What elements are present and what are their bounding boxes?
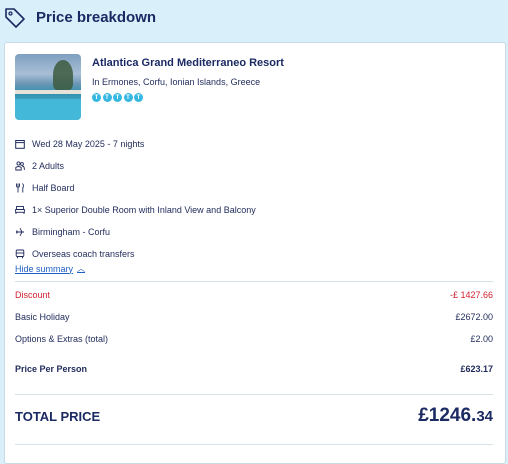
divider (15, 394, 493, 395)
hotel-summary: Atlantica Grand Mediterraneo Resort In E… (15, 54, 284, 120)
detail-room: 1× Superior Double Room with Inland View… (15, 199, 256, 221)
detail-text: Half Board (32, 183, 75, 193)
calendar-icon (15, 139, 25, 149)
cutlery-icon (15, 183, 25, 193)
rating-icon: T (113, 93, 122, 102)
discount-row: Discount -£ 1427.66 (15, 290, 493, 300)
basic-holiday-row: Basic Holiday £2672.00 (15, 312, 493, 322)
detail-flight: Birmingham - Corfu (15, 221, 256, 243)
hide-summary-link[interactable]: Hide summary ︿ (15, 263, 85, 274)
bed-icon (15, 205, 25, 215)
tag-icon (4, 6, 26, 28)
basic-holiday-label: Basic Holiday (15, 312, 70, 322)
hotel-rating: T T T T T (92, 93, 284, 102)
detail-guests: 2 Adults (15, 155, 256, 177)
detail-transfer: Overseas coach transfers (15, 243, 256, 265)
detail-date: Wed 28 May 2025 - 7 nights (15, 133, 256, 155)
page-title: Price breakdown (36, 8, 157, 26)
rating-icon: T (134, 93, 143, 102)
total-pence: 34 (476, 408, 493, 425)
extras-row: Options & Extras (total) £2.00 (15, 334, 493, 344)
hotel-image (15, 54, 81, 120)
extras-label: Options & Extras (total) (15, 334, 109, 344)
hotel-name: Atlantica Grand Mediterraneo Resort (92, 57, 284, 69)
price-per-person-label: Price Per Person (15, 364, 88, 374)
detail-board: Half Board (15, 177, 256, 199)
detail-text: Birmingham - Corfu (32, 227, 111, 237)
detail-text: Wed 28 May 2025 - 7 nights (32, 139, 145, 149)
rating-icon: T (123, 93, 133, 102)
total-price-row: TOTAL PRICE £1246.34 (15, 405, 493, 427)
booking-details: Wed 28 May 2025 - 7 nights 2 Adults Half… (15, 133, 256, 265)
hide-summary-label[interactable]: Hide summary (15, 264, 73, 274)
total-price-value: £1246.34 (418, 405, 493, 427)
rating-icon: T (102, 93, 112, 102)
extras-value: £2.00 (470, 334, 493, 344)
basic-holiday-value: £2672.00 (455, 312, 493, 322)
price-card: Atlantica Grand Mediterraneo Resort In E… (4, 42, 506, 464)
detail-text: Overseas coach transfers (32, 249, 135, 259)
coach-icon (15, 249, 25, 259)
price-per-person-row: Price Per Person £623.17 (15, 364, 493, 374)
hotel-location: In Ermones, Corfu, Ionian Islands, Greec… (92, 77, 261, 87)
discount-value: -£ 1427.66 (449, 290, 493, 300)
price-per-person-value: £623.17 (460, 364, 493, 374)
detail-text: 2 Adults (32, 161, 65, 171)
plane-icon (15, 227, 25, 237)
total-pounds: £1246. (418, 405, 477, 426)
divider (15, 281, 493, 282)
rating-icon: T (92, 93, 101, 102)
discount-label: Discount (15, 290, 51, 300)
people-icon (15, 161, 25, 171)
price-breakdown-header: Price breakdown (0, 0, 508, 34)
chevron-up-icon[interactable]: ︿ (77, 263, 85, 274)
divider (15, 444, 493, 445)
detail-text: 1× Superior Double Room with Inland View… (32, 205, 256, 215)
total-price-label: TOTAL PRICE (15, 408, 101, 424)
